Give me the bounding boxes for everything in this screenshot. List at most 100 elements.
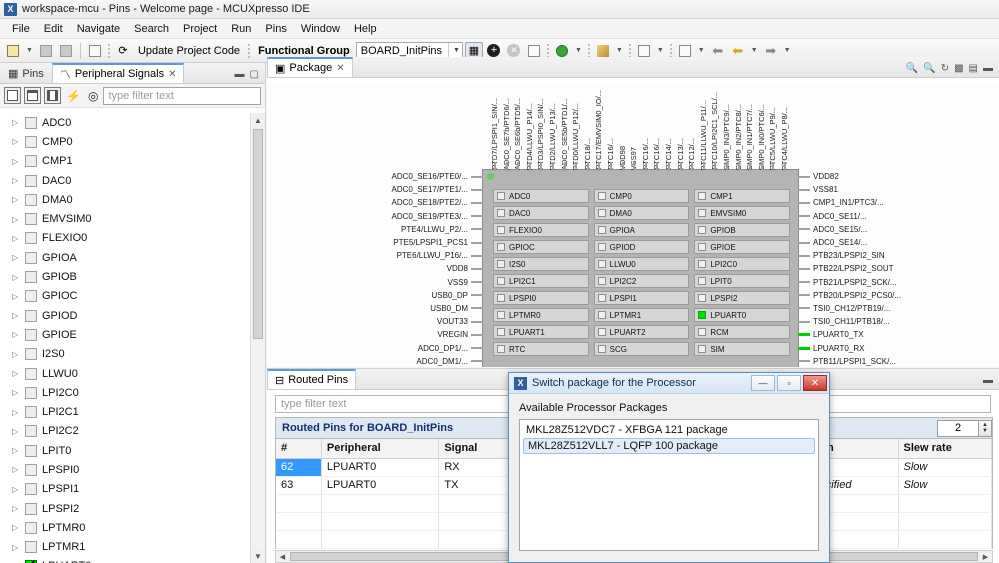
pin-right-5[interactable]: ADC0_SE14/...	[798, 236, 978, 249]
tab-package[interactable]: ▣ Package ✕	[267, 57, 353, 77]
pin-left-12[interactable]: VREGIN	[313, 328, 483, 341]
tree-item-checkbox[interactable]	[25, 116, 37, 129]
peripheral-checkbox[interactable]	[497, 328, 505, 336]
package-canvas[interactable]: PTD7/LPSPI1_SIN/... ADC0_SE7b/PTD6/... ADC…	[267, 84, 999, 367]
menu-pins[interactable]: Pins	[258, 21, 293, 37]
group-by-signal-icon[interactable]	[24, 87, 41, 104]
tree-item-cmp0[interactable]: ▷ CMP0	[0, 132, 265, 151]
expand-arrow-icon[interactable]: ▷	[12, 446, 20, 455]
tree-item-emvsim0[interactable]: ▷ EMVSIM0	[0, 209, 265, 228]
pin-top-23[interactable]: CMP0_IN0/PTC6/...	[756, 84, 767, 171]
package-peripheral-gpioc[interactable]: GPIOC	[493, 240, 589, 254]
peripheral-checkbox[interactable]	[698, 209, 707, 217]
pin-left-10[interactable]: USB0_DM	[313, 302, 483, 315]
package-option-0[interactable]: MKL28Z512VDC7 - XFBGA 121 package	[520, 422, 818, 438]
new-window-dropdown-icon[interactable]: ▼	[696, 47, 707, 54]
pin-top-11[interactable]: VDD98	[617, 84, 628, 171]
tree-item-dma0[interactable]: ▷ DMA0	[0, 190, 265, 209]
pin-right-12[interactable]: LPUART0_TX	[798, 328, 978, 341]
peripheral-checkbox[interactable]	[597, 243, 606, 251]
peripheral-checkbox[interactable]	[698, 243, 707, 251]
peripheral-tree[interactable]: ▷ ADC0 ▷ CMP0 ▷ CMP1 ▷ DAC0 ▷ DMA0 ▷ EMVSIM0 ▷ FLEXIO…	[0, 113, 265, 563]
tree-item-checkbox[interactable]	[25, 232, 37, 245]
external-tools-dropdown-icon[interactable]: ▼	[655, 47, 666, 54]
expand-arrow-icon[interactable]: ▷	[12, 195, 20, 204]
dialog-minimize-button[interactable]: —	[751, 375, 775, 391]
expand-arrow-icon[interactable]: ▷	[12, 176, 20, 185]
pin-left-5[interactable]: PTE5/LPSPI1_PCS1	[313, 236, 483, 249]
pin-right-8[interactable]: PTB21/LPSPI2_SCK/...	[798, 276, 978, 289]
pin-top-19[interactable]: PTC10/LPI2C1_SCL/...	[709, 84, 720, 171]
expand-arrow-icon[interactable]: ▷	[12, 292, 20, 301]
close-icon[interactable]: ✕	[336, 63, 344, 74]
pin-top-1[interactable]: ADC0_SE7b/PTD6/...	[501, 84, 512, 171]
scroll-down-icon[interactable]: ▼	[251, 549, 265, 563]
new-dropdown-icon[interactable]: ▼	[24, 47, 35, 54]
package-peripheral-gpioe[interactable]: GPIOE	[694, 240, 790, 254]
package-peripheral-dma0[interactable]: DMA0	[593, 206, 690, 220]
tree-item-lpi2c2[interactable]: ▷ LPI2C2	[0, 422, 265, 441]
minimize-icon[interactable]: ▬	[983, 375, 993, 386]
pin-top-0[interactable]: PTD7/LPSPI1_SIN/...	[489, 84, 500, 171]
package-peripheral-gpiob[interactable]: GPIOB	[694, 223, 790, 237]
update-project-code-icon[interactable]: ⟳	[114, 42, 132, 60]
expand-arrow-icon[interactable]: ▷	[12, 427, 20, 436]
pin-top-13[interactable]: PTC16/...	[640, 84, 651, 171]
peripheral-checkbox[interactable]	[597, 277, 606, 285]
pin-left-1[interactable]: ADC0_SE17/PTE1/...	[313, 183, 483, 196]
peripheral-checkbox[interactable]	[597, 209, 606, 217]
package-peripheral-gpioa[interactable]: GPIOA	[593, 223, 690, 237]
pin-top-17[interactable]: PTC12/...	[686, 84, 697, 171]
pin-top-21[interactable]: CMP0_IN2/PTC8/...	[733, 84, 744, 171]
expand-arrow-icon[interactable]: ▷	[12, 369, 20, 378]
peripheral-checkbox[interactable]	[698, 294, 707, 302]
dialog-maximize-button[interactable]: ▫	[777, 375, 801, 391]
group-by-peripheral-icon[interactable]	[4, 87, 21, 104]
pin-left-7[interactable]: VDD8	[313, 262, 483, 275]
clock-icon[interactable]: ◎	[86, 89, 100, 103]
tree-item-checkbox[interactable]	[25, 541, 37, 554]
routed-pins-count[interactable]: 2	[937, 419, 979, 437]
peripheral-checkbox[interactable]	[497, 226, 505, 234]
peripheral-checkbox[interactable]	[597, 260, 606, 268]
cell-peripheral[interactable]: LPUART0	[321, 476, 440, 495]
expand-arrow-icon[interactable]: ▷	[12, 543, 20, 552]
peripheral-checkbox[interactable]	[497, 243, 505, 251]
tree-item-lpspi1[interactable]: ▷ LPSPI1	[0, 480, 265, 499]
minimize-icon[interactable]: ▬	[235, 69, 245, 80]
scroll-left-icon[interactable]: ◀	[276, 553, 289, 561]
pin-top-25[interactable]: PTC4/LLWU_P8/...	[779, 84, 790, 171]
tree-item-checkbox[interactable]	[25, 251, 37, 264]
pin-top-22[interactable]: CMP0_IN1/PTC7/...	[744, 84, 755, 171]
tree-item-checkbox[interactable]	[25, 502, 37, 515]
package-peripheral-lpspi2[interactable]: LPSPI2	[694, 291, 790, 305]
tree-item-lpit0[interactable]: ▷ LPIT0	[0, 441, 265, 460]
pin-right-7[interactable]: PTB22/LPSPI2_SOUT	[798, 262, 978, 275]
pin-left-3[interactable]: ADC0_SE19/PTE3/...	[313, 210, 483, 223]
peripheral-checkbox[interactable]	[497, 209, 505, 217]
expand-arrow-icon[interactable]: ▷	[12, 408, 20, 417]
package-peripheral-lpi2c1[interactable]: LPI2C1	[493, 274, 589, 288]
menu-search[interactable]: Search	[127, 21, 176, 37]
package-peripheral-lpuart0[interactable]: LPUART0	[694, 308, 790, 322]
tree-item-dac0[interactable]: ▷ DAC0	[0, 171, 265, 190]
cell-index[interactable]: 62	[276, 458, 322, 477]
pin-top-14[interactable]: PTC16/...	[651, 84, 662, 171]
package-peripheral-lpuart1[interactable]: LPUART1	[493, 325, 589, 339]
package-peripheral-rtc[interactable]: RTC	[493, 342, 589, 356]
peripheral-checkbox[interactable]	[497, 277, 505, 285]
peripheral-checkbox[interactable]	[597, 345, 606, 353]
cell-index[interactable]: 63	[276, 476, 322, 495]
peripheral-checkbox[interactable]	[698, 311, 707, 319]
cell-slew-rate[interactable]: Slow	[898, 458, 993, 477]
package-peripheral-sim[interactable]: SIM	[694, 342, 790, 356]
expand-arrow-icon[interactable]: ▷	[12, 465, 20, 474]
tree-item-checkbox[interactable]	[25, 444, 37, 457]
peripheral-checkbox[interactable]	[698, 277, 707, 285]
package-peripheral-lptmr1[interactable]: LPTMR1	[593, 308, 690, 322]
close-icon[interactable]: ✕	[168, 69, 176, 80]
package-peripheral-gpiod[interactable]: GPIOD	[593, 240, 690, 254]
tree-item-lptmr0[interactable]: ▷ LPTMR0	[0, 518, 265, 537]
expand-arrow-icon[interactable]: ▷	[12, 118, 20, 127]
power-icon[interactable]: ⚡	[64, 89, 83, 103]
